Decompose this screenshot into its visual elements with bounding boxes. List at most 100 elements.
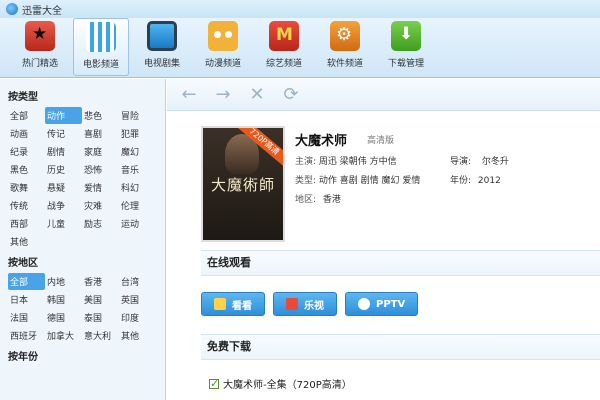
genre-section-title: 按类型: [8, 92, 38, 103]
genre-filter-item[interactable]: 黑色: [8, 161, 45, 178]
source-kankan-button[interactable]: 看看: [201, 292, 265, 316]
download-section-header: 免费下载: [201, 334, 600, 360]
region-row: 地区: 香港: [295, 192, 341, 205]
genre-filter-item[interactable]: 儿童: [45, 215, 82, 232]
genre-filter-item[interactable]: 其他: [8, 233, 45, 250]
online-sources: 看看 乐视 PPTV: [201, 292, 419, 316]
genre-filter-item[interactable]: 犯罪: [119, 125, 156, 142]
toolbar-label: 电影频道: [82, 60, 119, 70]
download-item-label: 大魔术师-全集（720P高清）: [223, 380, 352, 391]
filter-sidebar: 按类型 全部 动作 悲色 冒险 动画 传记 喜剧 犯罪 纪录 剧情 家庭 魔幻 黑色 历史 恐怖 音乐 歌舞 悬疑…: [0, 79, 166, 400]
genre-filter-item[interactable]: 传统: [8, 197, 45, 214]
toolbar-hot-picks[interactable]: 热门精选: [12, 18, 68, 76]
poster-title: 大魔術師: [211, 176, 276, 194]
starring-row: 主演: 周迅 梁朝伟 方中信: [295, 154, 397, 167]
region-filter-item[interactable]: 法国: [8, 309, 45, 326]
genre-filter-item[interactable]: 励志: [82, 215, 119, 232]
region-filter-grid: 全部 内地 香港 台湾日本 韩国 美国 英国法国 德国 泰国 印度西班牙 加拿大 意大利 其他: [8, 273, 157, 344]
toolbar-software-channel[interactable]: 软件频道: [317, 18, 373, 76]
region-filter-item[interactable]: 日本: [8, 291, 45, 308]
download-item[interactable]: 大魔术师-全集（720P高清）: [209, 376, 352, 391]
genre-filter-item[interactable]: 剧情: [45, 143, 82, 160]
director-label: 导演:: [450, 157, 472, 167]
genre-filter-item[interactable]: 恐怖: [82, 161, 119, 178]
main-toolbar: 热门精选 电影频道 电视剧集 动漫频道 综艺频道 软件频道 下载管理: [0, 18, 600, 78]
toolbar-anime-channel[interactable]: 动漫频道: [195, 18, 251, 76]
region-filter-item[interactable]: 内地: [45, 273, 82, 290]
region-filter-item[interactable]: 香港: [82, 273, 119, 290]
online-section-header: 在线观看: [201, 250, 600, 276]
toolbar-download-manager[interactable]: 下载管理: [378, 18, 434, 76]
starring-value: 周迅 梁朝伟 方中信: [318, 157, 397, 167]
year-section-title: 按年份: [8, 352, 38, 363]
movie-icon: [86, 22, 116, 52]
movie-quality: 高清版: [367, 136, 395, 146]
genre-filter-item[interactable]: 运动: [119, 215, 156, 232]
pptv-icon: [358, 298, 370, 310]
genre-filter-item[interactable]: 魔幻: [119, 143, 156, 160]
toolbar-variety-channel[interactable]: 综艺频道: [256, 18, 312, 76]
kankan-icon: [214, 298, 226, 310]
region-filter-item[interactable]: 意大利: [82, 327, 119, 344]
genre-filter-item[interactable]: 动作: [45, 107, 82, 124]
variety-icon: [269, 21, 299, 51]
year-value: 2012: [477, 176, 501, 186]
director-value: 尔冬升: [481, 157, 509, 167]
genre-filter-item[interactable]: 音乐: [119, 161, 156, 178]
genre-filter-item[interactable]: 传记: [45, 125, 82, 142]
genre-filter-item[interactable]: 纪录: [8, 143, 45, 160]
region-filter-item[interactable]: 加拿大: [45, 327, 82, 344]
genre-filter-item[interactable]: 冒险: [119, 107, 156, 124]
toolbar-movie-channel[interactable]: 电影频道: [73, 18, 129, 76]
genre-filter-item[interactable]: 伦理: [119, 197, 156, 214]
movie-detail: 大魔術師 720P高清 大魔术师 高清版 主演: 周迅 梁朝伟 方中信 导演: …: [167, 112, 600, 400]
nav-bar: ← → ✕ ⟳: [167, 79, 600, 111]
region-filter-item[interactable]: 西班牙: [8, 327, 45, 344]
genre-filter-item[interactable]: 家庭: [82, 143, 119, 160]
region-filter-item[interactable]: 印度: [119, 309, 156, 326]
source-label: 看看: [232, 300, 252, 312]
anime-icon: [208, 21, 238, 51]
region-filter-item[interactable]: 德国: [45, 309, 82, 326]
download-icon: [391, 21, 421, 51]
genre-filter-item[interactable]: 动画: [8, 125, 45, 142]
genre-filter-item[interactable]: 战争: [45, 197, 82, 214]
genre-filter-item[interactable]: 喜剧: [82, 125, 119, 142]
stop-icon[interactable]: ✕: [243, 83, 271, 107]
genre-filter-item[interactable]: 历史: [45, 161, 82, 178]
download-checkbox[interactable]: [209, 377, 219, 390]
forward-arrow-icon[interactable]: →: [209, 83, 237, 107]
genre-filter-item[interactable]: 全部: [8, 107, 45, 124]
genre-filter-item[interactable]: 爱情: [82, 179, 119, 196]
region-filter-item[interactable]: 台湾: [119, 273, 156, 290]
genre-filter-item[interactable]: 灾难: [82, 197, 119, 214]
genre-filter-item[interactable]: 歌舞: [8, 179, 45, 196]
starring-label: 主演:: [295, 157, 317, 167]
year-label: 年份:: [450, 176, 472, 186]
region-filter-item[interactable]: 其他: [119, 327, 156, 344]
app-logo-icon: [6, 3, 18, 15]
director-row: 导演: 尔冬升: [450, 154, 509, 167]
toolbar-tv-series[interactable]: 电视剧集: [134, 18, 190, 76]
region-label: 地区:: [295, 195, 317, 205]
source-label: PPTV: [376, 298, 406, 310]
movie-poster[interactable]: 大魔術師 720P高清: [201, 126, 285, 242]
toolbar-label: 下载管理: [387, 59, 424, 69]
genre-filter-item[interactable]: 西部: [8, 215, 45, 232]
region-filter-item[interactable]: 泰国: [82, 309, 119, 326]
movie-title: 大魔术师: [295, 134, 348, 149]
region-filter-item[interactable]: 全部: [8, 273, 45, 290]
region-filter-item[interactable]: 韩国: [45, 291, 82, 308]
genre-filter-item[interactable]: 悬疑: [45, 179, 82, 196]
genre-filter-item[interactable]: 科幻: [119, 179, 156, 196]
refresh-icon[interactable]: ⟳: [277, 83, 305, 107]
source-letv-button[interactable]: 乐视: [273, 292, 337, 316]
genre-filter-item[interactable]: 悲色: [82, 107, 119, 124]
toolbar-label: 动漫频道: [204, 59, 241, 69]
back-arrow-icon[interactable]: ←: [175, 83, 203, 107]
region-filter-item[interactable]: 美国: [82, 291, 119, 308]
toolbar-label: 综艺频道: [265, 59, 302, 69]
source-pptv-button[interactable]: PPTV: [345, 292, 419, 316]
region-filter-item[interactable]: 英国: [119, 291, 156, 308]
genre-filter-grid: 全部 动作 悲色 冒险动画 传记 喜剧 犯罪纪录 剧情 家庭 魔幻黑色 历史 恐怖 音乐歌舞 悬疑 爱情 科幻…: [8, 107, 157, 250]
